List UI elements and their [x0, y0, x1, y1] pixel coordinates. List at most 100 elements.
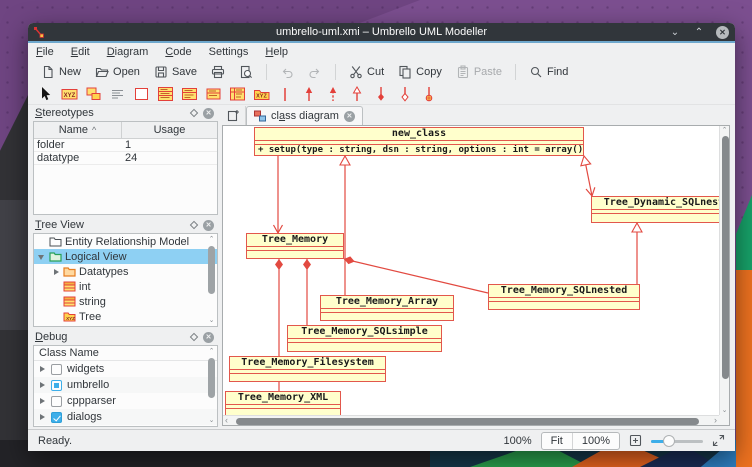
composition-tool[interactable]	[372, 86, 391, 103]
close-dock-icon[interactable]: ✕	[203, 332, 214, 343]
scroll-down-icon[interactable]: ⌄	[207, 417, 216, 424]
aggregation-tool[interactable]	[396, 86, 415, 103]
association-tool[interactable]	[276, 86, 295, 103]
zoom-slider[interactable]	[651, 434, 703, 448]
menu-diagram[interactable]: Diagram	[107, 46, 149, 58]
toolbar-button-label: Cut	[367, 66, 384, 78]
new-diagram-tab-button[interactable]	[222, 106, 246, 125]
maximize-button[interactable]: ⌃	[692, 25, 706, 39]
checkbox-checked[interactable]	[51, 412, 62, 423]
slider-handle[interactable]	[663, 435, 675, 447]
close-dock-icon[interactable]: ✕	[203, 220, 214, 231]
vertical-scroll-thumb[interactable]	[722, 136, 729, 379]
horizontal-scroll-thumb[interactable]	[236, 418, 699, 425]
scroll-up-icon[interactable]: ⌃	[720, 127, 729, 134]
tree-item-logical-view[interactable]: Logical View	[34, 249, 217, 264]
fullscreen-icon[interactable]	[712, 434, 725, 447]
diagram-canvas[interactable]: new_class+ setup(type : string, dsn : st…	[223, 126, 719, 415]
tree-item-entity-relationship-model[interactable]: Entity Relationship Model	[34, 234, 217, 249]
canvas-horizontal-scrollbar[interactable]: ‹ ›	[223, 415, 719, 425]
tree-item-string[interactable]: string	[34, 294, 217, 309]
uml-triangle-marker	[579, 155, 591, 166]
debug-item-dialogs[interactable]: dialogs	[34, 409, 217, 425]
menu-code[interactable]: Code	[165, 46, 191, 58]
print-button[interactable]	[206, 63, 230, 81]
tree-item-tree[interactable]: XYZTree	[34, 309, 217, 324]
enum-tool[interactable]	[228, 86, 247, 103]
dependency-tool[interactable]	[324, 86, 343, 103]
canvas-vertical-scrollbar[interactable]: ⌃ ⌄	[719, 126, 729, 415]
checkbox-partial[interactable]	[51, 380, 62, 391]
object-tool[interactable]: XYZ	[60, 86, 79, 103]
close-dock-icon[interactable]: ✕	[203, 108, 214, 119]
table-row[interactable]: folder1	[34, 139, 217, 152]
uml-connector-line[interactable]	[344, 259, 488, 293]
scroll-down-icon[interactable]: ⌄	[720, 407, 729, 414]
debug-dock-titlebar[interactable]: Debug ✕	[33, 329, 218, 345]
expander-open-icon[interactable]	[38, 253, 46, 261]
zoom-fit-button[interactable]: Fit	[542, 433, 573, 449]
tab-label: class diagram	[271, 110, 339, 122]
scroll-thumb[interactable]	[208, 358, 215, 398]
float-dock-icon[interactable]	[190, 333, 198, 341]
expander-closed-icon[interactable]	[38, 381, 46, 389]
tree-view-dock-titlebar[interactable]: Tree View ✕	[33, 217, 218, 233]
arrow-tool[interactable]	[36, 86, 55, 103]
stereotypes-dock-titlebar[interactable]: Stereotypes ✕	[33, 105, 218, 121]
expander-closed-icon[interactable]	[38, 365, 46, 373]
save-button[interactable]: Save	[149, 63, 202, 81]
interface-tool[interactable]	[180, 86, 199, 103]
debug-item-umbrello[interactable]: umbrello	[34, 377, 217, 393]
copy-button[interactable]: Copy	[393, 63, 447, 81]
close-tab-icon[interactable]: ✕	[344, 111, 355, 122]
column-header-name[interactable]: Name^	[34, 122, 122, 138]
debug-item-widgets[interactable]: widgets	[34, 361, 217, 377]
scroll-right-icon[interactable]: ›	[714, 415, 717, 425]
menu-help[interactable]: Help	[265, 46, 288, 58]
debug-scrollbar[interactable]: ⌃⌄	[207, 348, 216, 424]
float-dock-icon[interactable]	[190, 109, 198, 117]
expander-closed-icon[interactable]	[52, 268, 60, 276]
float-dock-icon[interactable]	[190, 221, 198, 229]
tree-item-int[interactable]: int	[34, 279, 217, 294]
scroll-left-icon[interactable]: ‹	[225, 415, 228, 425]
menu-settings[interactable]: Settings	[209, 46, 249, 58]
zoom-100-button[interactable]: 100%	[573, 433, 619, 449]
tree-item-datatypes[interactable]: Datatypes	[34, 264, 217, 279]
package-tool[interactable]: XYZ	[252, 86, 271, 103]
zoom-reset-icon[interactable]	[629, 434, 642, 447]
directed-association-tool[interactable]	[300, 86, 319, 103]
expander-closed-icon[interactable]	[38, 397, 46, 405]
menu-file[interactable]: File	[36, 46, 54, 58]
debug-item-cppparser[interactable]: cppparser	[34, 393, 217, 409]
generalization-tool[interactable]	[348, 86, 367, 103]
scroll-down-icon[interactable]: ⌄	[207, 317, 216, 324]
component-tool[interactable]	[84, 86, 103, 103]
table-row[interactable]: datatype24	[34, 152, 217, 165]
scroll-thumb[interactable]	[208, 246, 215, 294]
new-button[interactable]: New	[36, 63, 86, 81]
tree-guide	[38, 238, 46, 246]
checkbox-unchecked[interactable]	[51, 396, 62, 407]
datatype-tool[interactable]	[204, 86, 223, 103]
close-button[interactable]: ✕	[716, 26, 729, 39]
cut-button[interactable]: Cut	[344, 63, 389, 81]
text-tool[interactable]	[108, 86, 127, 103]
expander-closed-icon[interactable]	[38, 413, 46, 421]
tab-class-diagram[interactable]: class diagram ✕	[246, 106, 363, 125]
menu-edit[interactable]: Edit	[71, 46, 90, 58]
print-preview-button[interactable]	[234, 63, 258, 81]
scroll-up-icon[interactable]: ⌃	[207, 236, 216, 243]
box-tool[interactable]	[132, 86, 151, 103]
scroll-up-icon[interactable]: ⌃	[207, 348, 216, 355]
open-button[interactable]: Open	[90, 63, 145, 81]
debug-item-label: umbrello	[67, 379, 109, 391]
tree-view-scrollbar[interactable]: ⌃⌄	[207, 236, 216, 324]
titlebar[interactable]: umbrello-uml.xmi – Umbrello UML Modeller…	[28, 23, 735, 41]
column-header-usage[interactable]: Usage	[122, 122, 217, 138]
class-tool[interactable]	[156, 86, 175, 103]
find-button[interactable]: Find	[524, 63, 573, 81]
containment-tool[interactable]	[420, 86, 439, 103]
minimize-button[interactable]: ⌄	[668, 25, 682, 39]
checkbox-unchecked[interactable]	[51, 364, 62, 375]
